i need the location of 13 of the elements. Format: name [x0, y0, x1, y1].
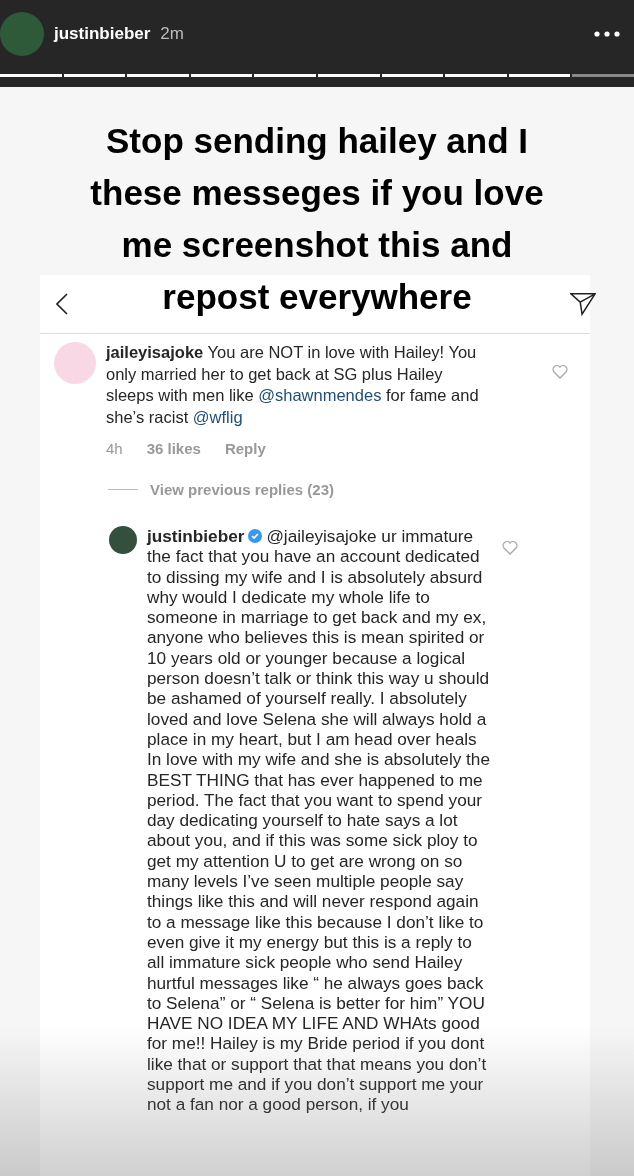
comment-text: jaileyisajoke You are NOT in love with Hailey! You only married her to get back at SG plus Hailey sleeps with men like @shawnmendes for fame and she’s racist @wflig: [106, 342, 480, 428]
mention-link[interactable]: @jaileyisajoke: [266, 526, 377, 546]
reply-text: justinbieber @jaileyisajoke ur immature the fact that you have an account dedicated to dissing my wife and I is absolutely absurd why would I dedicate my whole life to someone in marriage to get back and my ex, anyone who believes this is mean spirited or 10 years old or younger because a logical person doesn’t talk or think this way u should be ashamed of yourself really. I absolutely loved and love Selena she will always hold a place in my heart, but I am head over heals In love with my wife and she is absolutely the BEST THING that has ever happened to me period. The fact that you want to spend your day dedicating yourself to hate says a lot about you, and if this was some sick ploy to get my attention U to get are wrong on so many levels I’ve seen multiple people say things like this and will never respond again to a message like this because I don’t like to even give it my energy but this is a reply to all immature sick people who send Hailey hurtful messages like “ he always goes back to Selena” or “ Selena is better for him” YOU HAVE NO IDEA MY LIFE AND WHAts good for me!! Hailey is my Bride period if you dont like that or support that that means you don’t support me and if you don’t support me your not a fan nor a good person, if you: [147, 526, 491, 1115]
more-icon[interactable]: [594, 31, 620, 37]
story-caption: Stop sending hailey and I these messeges if you love me screenshot this and repost everywhere: [89, 120, 545, 318]
mention-link[interactable]: @shawnmendes: [258, 386, 382, 404]
username[interactable]: justinbieber: [54, 24, 151, 44]
back-icon[interactable]: [56, 293, 68, 315]
send-icon[interactable]: [570, 292, 596, 316]
reply-avatar[interactable]: [109, 526, 137, 554]
post-time: 2m: [160, 24, 184, 44]
mention-link[interactable]: @wflig: [192, 407, 243, 426]
comment-time: 4h: [106, 440, 123, 457]
